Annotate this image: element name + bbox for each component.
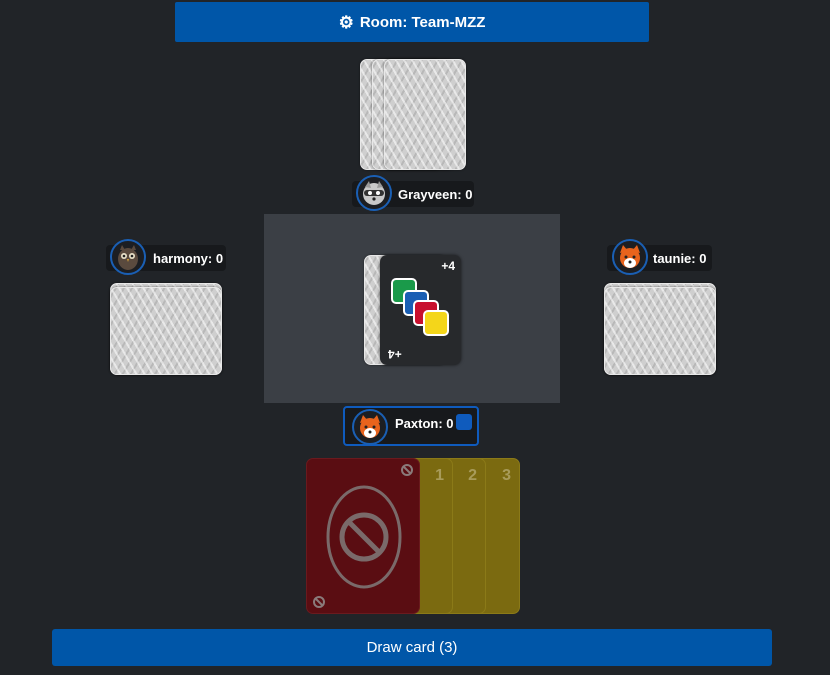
current-color-indicator: [456, 414, 472, 430]
card-corner-bottom: +4: [388, 347, 402, 361]
player-name-score: Paxton: 0: [395, 416, 454, 431]
fox-avatar-icon: [612, 239, 648, 275]
wild-draw-four-icon: [391, 278, 449, 336]
discard-top-card: +4 +4: [380, 255, 461, 365]
fox-avatar-icon: [352, 409, 388, 445]
raccoon-avatar-icon: [356, 175, 392, 211]
skip-corner-icon: [313, 596, 325, 608]
card-number: 1: [435, 467, 444, 484]
owl-avatar-icon: [110, 239, 146, 275]
draw-card-button[interactable]: Draw card (3): [52, 629, 772, 666]
opponent-top-card-back: [384, 59, 466, 170]
player-name-score: Grayveen: 0: [398, 186, 473, 202]
player-name-score: taunie: 0: [653, 250, 707, 266]
opponent-right-card-back: [604, 287, 716, 375]
player-name-score: harmony: 0: [153, 250, 224, 266]
gear-icon[interactable]: ⚙: [339, 14, 354, 31]
opponent-left-card-back: [110, 287, 222, 375]
room-title: Room: Team-MZZ: [359, 13, 486, 31]
skip-corner-icon: [401, 464, 413, 476]
room-header[interactable]: ⚙ Room: Team-MZZ: [175, 2, 649, 42]
card-corner-top: +4: [441, 259, 455, 273]
skip-icon: [326, 485, 402, 589]
hand-card-red-skip[interactable]: [306, 458, 420, 614]
card-number: 2: [468, 467, 477, 484]
card-number: 3: [502, 467, 511, 484]
